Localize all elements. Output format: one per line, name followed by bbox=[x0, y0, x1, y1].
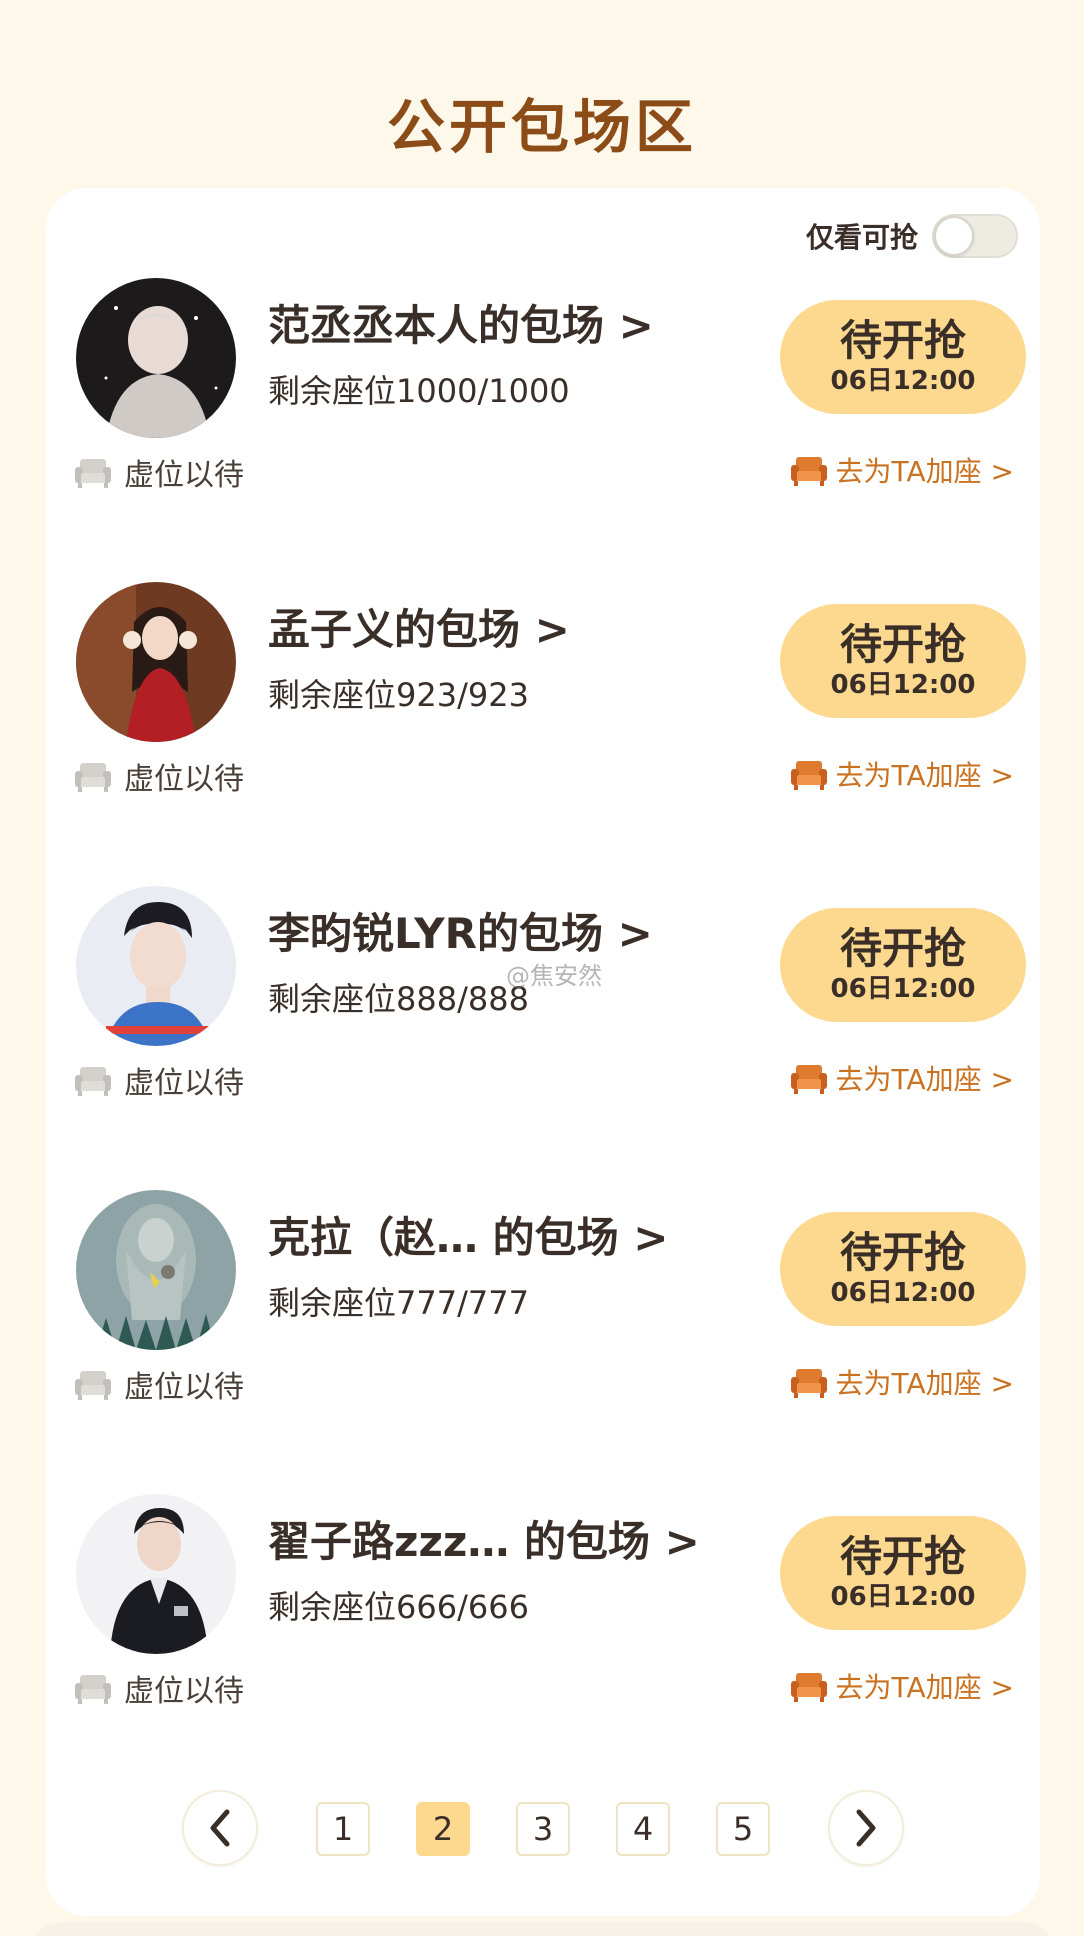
avatar[interactable] bbox=[76, 582, 236, 742]
page-4-button[interactable]: 4 bbox=[616, 1802, 670, 1856]
add-seat-label: 去为TA加座 > bbox=[835, 1063, 1014, 1096]
booking-item: 范丞丞本人的包场 > 剩余座位1000/1000 待开抢 06日12:00 虚位… bbox=[46, 188, 1040, 493]
chevron-left-icon bbox=[210, 1809, 230, 1847]
avatar[interactable] bbox=[76, 278, 236, 438]
booking-item: 李昀锐LYR的包场 > 剩余座位888/888 待开抢 06日12:00 虚位以… bbox=[46, 796, 1040, 1101]
virtual-seat-label: 虚位以待 bbox=[124, 1066, 244, 1101]
virtual-seat-label: 虚位以待 bbox=[124, 762, 244, 797]
avatar-image bbox=[76, 1190, 236, 1350]
booking-item: 克拉（赵… 的包场 > 剩余座位777/777 待开抢 06日12:00 虚位以… bbox=[46, 1100, 1040, 1405]
avatar[interactable] bbox=[76, 1190, 236, 1350]
add-seat-link[interactable]: 去为TA加座 > bbox=[790, 1362, 1014, 1402]
grab-button-label: 待开抢 bbox=[839, 620, 966, 670]
booking-item: 翟子路zzz… 的包场 > 剩余座位666/666 待开抢 06日12:00 虚… bbox=[46, 1404, 1040, 1709]
grab-button[interactable]: 待开抢 06日12:00 bbox=[780, 1212, 1026, 1326]
avatar-image bbox=[76, 886, 236, 1046]
avatar-image bbox=[76, 278, 236, 438]
watermark: @焦安然 bbox=[506, 962, 602, 990]
avatar-image bbox=[76, 1494, 236, 1654]
item-name[interactable]: 翟子路zzz… 的包场 > bbox=[268, 1508, 700, 1569]
page-5-button[interactable]: 5 bbox=[716, 1802, 770, 1856]
pagination: 1 2 3 4 5 bbox=[46, 1790, 1040, 1866]
add-seat-link[interactable]: 去为TA加座 > bbox=[790, 754, 1014, 794]
item-seats: 剩余座位666/666 bbox=[268, 1588, 529, 1626]
grab-button-time: 06日12:00 bbox=[830, 1277, 976, 1308]
virtual-seat-label: 虚位以待 bbox=[124, 1674, 244, 1709]
grab-button-label: 待开抢 bbox=[839, 924, 966, 974]
item-seats: 剩余座位888/888 bbox=[268, 980, 529, 1018]
grab-button-time: 06日12:00 bbox=[830, 973, 976, 1004]
add-seat-label: 去为TA加座 > bbox=[835, 1367, 1014, 1400]
sofa-icon-orange bbox=[790, 1673, 827, 1702]
sofa-icon-orange bbox=[790, 761, 827, 790]
grab-button-time: 06日12:00 bbox=[830, 1581, 976, 1612]
virtual-seat: 虚位以待 bbox=[74, 1666, 244, 1710]
item-seats: 剩余座位777/777 bbox=[268, 1284, 529, 1322]
grab-button[interactable]: 待开抢 06日12:00 bbox=[780, 1516, 1026, 1630]
sofa-icon-orange bbox=[790, 1369, 827, 1398]
grab-button-label: 待开抢 bbox=[839, 316, 966, 366]
grab-button[interactable]: 待开抢 06日12:00 bbox=[780, 300, 1026, 414]
virtual-seat: 虚位以待 bbox=[74, 754, 244, 798]
sofa-icon-gray bbox=[75, 459, 111, 488]
virtual-seat: 虚位以待 bbox=[74, 1058, 244, 1102]
prev-page-button[interactable] bbox=[182, 1790, 258, 1866]
sofa-icon-orange bbox=[790, 1065, 827, 1094]
add-seat-link[interactable]: 去为TA加座 > bbox=[790, 1058, 1014, 1098]
grab-button[interactable]: 待开抢 06日12:00 bbox=[780, 604, 1026, 718]
item-name[interactable]: 孟子义的包场 > bbox=[268, 596, 570, 657]
avatar[interactable] bbox=[76, 1494, 236, 1654]
grab-button-label: 待开抢 bbox=[839, 1228, 966, 1278]
item-name[interactable]: 范丞丞本人的包场 > bbox=[268, 292, 654, 353]
virtual-seat-label: 虚位以待 bbox=[124, 458, 244, 493]
bottom-panel-edge bbox=[30, 1922, 1054, 1936]
chevron-right-icon bbox=[856, 1809, 876, 1847]
page-1-button[interactable]: 1 bbox=[316, 1802, 370, 1856]
sofa-icon-gray bbox=[75, 1675, 111, 1704]
next-page-button[interactable] bbox=[828, 1790, 904, 1866]
sofa-icon-gray bbox=[75, 1371, 111, 1400]
grab-button[interactable]: 待开抢 06日12:00 bbox=[780, 908, 1026, 1022]
sofa-icon-orange bbox=[790, 457, 827, 486]
virtual-seat: 虚位以待 bbox=[74, 1362, 244, 1406]
add-seat-link[interactable]: 去为TA加座 > bbox=[790, 450, 1014, 490]
item-name[interactable]: 克拉（赵… 的包场 > bbox=[268, 1204, 668, 1265]
booking-card: 仅看可抢 范丞丞本人的包场 > 剩余座位1000/1000 待开抢 06日12:… bbox=[46, 188, 1040, 1916]
sofa-icon-gray bbox=[75, 1067, 111, 1096]
page-2-button[interactable]: 2 bbox=[416, 1802, 470, 1856]
booking-item: 孟子义的包场 > 剩余座位923/923 待开抢 06日12:00 虚位以待 去… bbox=[46, 492, 1040, 797]
avatar-image bbox=[76, 582, 236, 742]
sofa-icon-gray bbox=[75, 763, 111, 792]
grab-button-time: 06日12:00 bbox=[830, 365, 976, 396]
add-seat-label: 去为TA加座 > bbox=[835, 455, 1014, 488]
grab-button-time: 06日12:00 bbox=[830, 669, 976, 700]
item-name[interactable]: 李昀锐LYR的包场 > bbox=[268, 900, 653, 961]
virtual-seat-label: 虚位以待 bbox=[124, 1370, 244, 1405]
page-3-button[interactable]: 3 bbox=[516, 1802, 570, 1856]
add-seat-link[interactable]: 去为TA加座 > bbox=[790, 1666, 1014, 1706]
add-seat-label: 去为TA加座 > bbox=[835, 1671, 1014, 1704]
avatar[interactable] bbox=[76, 886, 236, 1046]
grab-button-label: 待开抢 bbox=[839, 1532, 966, 1582]
item-seats: 剩余座位1000/1000 bbox=[268, 372, 570, 410]
virtual-seat: 虚位以待 bbox=[74, 450, 244, 494]
page: 公开包场区 仅看可抢 范丞丞本人的包场 > 剩余座位1000/1000 待开抢 … bbox=[0, 0, 1084, 1936]
section-title: 公开包场区 bbox=[386, 93, 697, 161]
item-seats: 剩余座位923/923 bbox=[268, 676, 529, 714]
add-seat-label: 去为TA加座 > bbox=[835, 759, 1014, 792]
